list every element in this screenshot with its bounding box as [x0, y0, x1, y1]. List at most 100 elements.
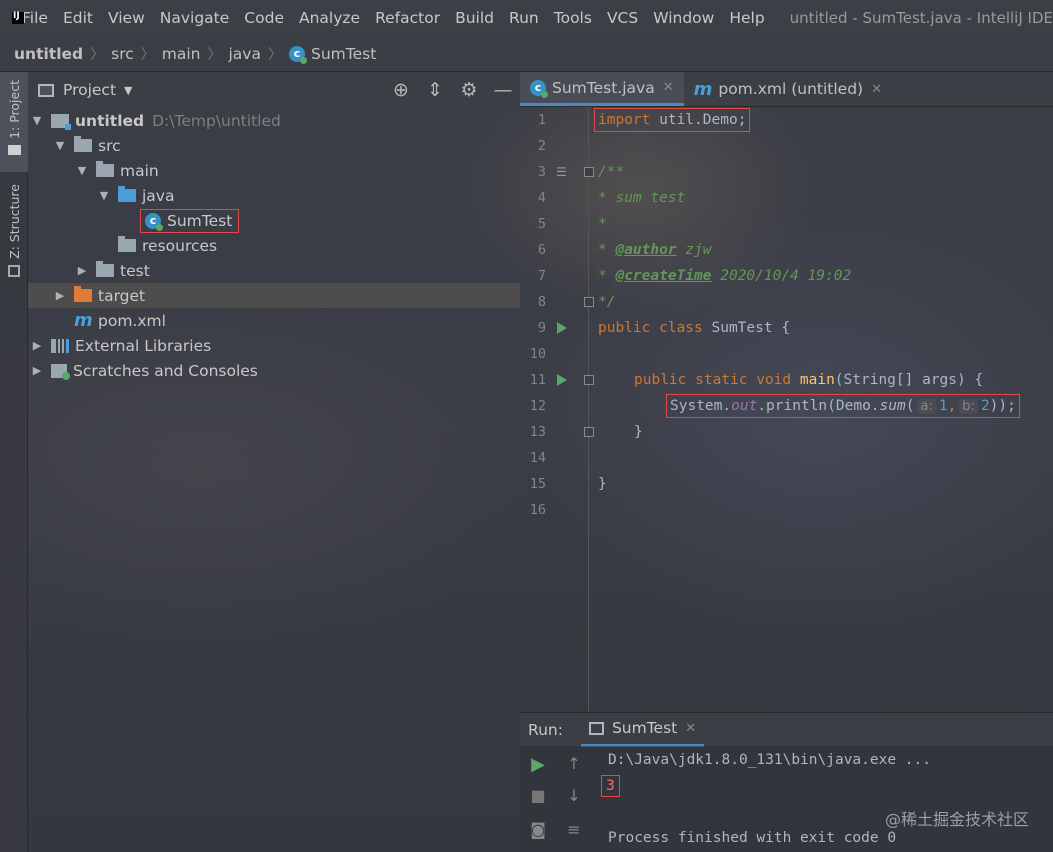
console-command-line: D:\Java\jdk1.8.0_131\bin\java.exe ...	[608, 752, 932, 768]
run-panel: ▶ ↑ ■ ↓ ◙ ≡ D:\Java\jdk1.8.0_131\bin\jav…	[520, 746, 1053, 852]
tree-item-test[interactable]: ▶ test	[28, 258, 520, 283]
doc-render-icon[interactable]: ☰	[556, 165, 567, 179]
expand-arrow-icon[interactable]: ▶	[30, 364, 44, 377]
fold-icon[interactable]	[584, 297, 594, 307]
collapse-icon[interactable]: ⇕	[418, 79, 452, 101]
soft-wrap-icon[interactable]: ≡	[556, 820, 592, 839]
code-line[interactable]: 15 }	[520, 471, 1053, 497]
close-icon[interactable]: ✕	[663, 80, 674, 95]
menu-edit[interactable]: Edit	[63, 9, 93, 27]
code-line[interactable]: 4 * sum test	[520, 185, 1053, 211]
expand-arrow-icon[interactable]: ▼	[30, 114, 44, 127]
code-line[interactable]: 2	[520, 133, 1053, 159]
menu-help[interactable]: Help	[729, 9, 764, 27]
expand-arrow-icon[interactable]: ▶	[30, 339, 44, 352]
hide-icon[interactable]: —	[486, 79, 520, 101]
highlight-box: c SumTest	[139, 208, 240, 233]
code-line[interactable]: 8 */	[520, 289, 1053, 315]
fold-icon[interactable]	[584, 375, 594, 385]
expand-arrow-icon[interactable]: ▼	[97, 189, 111, 202]
expand-arrow-icon[interactable]: ▶	[75, 264, 89, 277]
camera-icon[interactable]: ◙	[520, 820, 556, 839]
run-tab-sumtest[interactable]: SumTest ✕	[580, 713, 705, 747]
code-token: sum	[879, 398, 906, 414]
fold-icon[interactable]	[584, 427, 594, 437]
code-line[interactable]: 7 * @createTime 2020/10/4 19:02	[520, 263, 1053, 289]
tab-label: SumTest.java	[552, 78, 655, 97]
run-icon[interactable]	[557, 374, 567, 386]
menu-refactor[interactable]: Refactor	[375, 9, 440, 27]
tree-item-scratches[interactable]: ▶ Scratches and Consoles	[28, 358, 520, 383]
expand-arrow-icon[interactable]: ▼	[53, 139, 67, 152]
tree-item-pom[interactable]: ▶ m pom.xml	[28, 308, 520, 333]
line-number: 1	[537, 112, 546, 128]
project-panel-header: Project ▼ ⊕ ⇕ ⚙ —	[28, 72, 520, 108]
menu-run[interactable]: Run	[509, 9, 539, 27]
code-line[interactable]: 11 public static void main(String[] args…	[520, 367, 1053, 393]
menu-window[interactable]: Window	[653, 9, 714, 27]
menu-build[interactable]: Build	[455, 9, 494, 27]
tree-item-target[interactable]: ▶ target	[28, 283, 520, 308]
tree-item-main[interactable]: ▼ main	[28, 158, 520, 183]
line-number: 3	[537, 164, 546, 180]
gear-icon[interactable]: ⚙	[452, 79, 486, 101]
close-icon[interactable]: ✕	[871, 82, 882, 97]
code-editor[interactable]: 1 import util.Demo; 2 3 ☰ /** 4 * sum te…	[520, 107, 1053, 712]
menu-tools[interactable]: Tools	[554, 9, 592, 27]
rerun-icon[interactable]: ▶	[520, 754, 556, 775]
tab-pom-xml[interactable]: m pom.xml (untitled) ✕	[684, 72, 892, 106]
tree-item-sumtest[interactable]: ▶ c SumTest	[28, 208, 520, 233]
arrow-up-icon[interactable]: ↑	[556, 754, 592, 773]
tree-label: untitled	[75, 111, 145, 130]
code-token: .println(Demo.	[757, 398, 880, 414]
tree-item-untitled[interactable]: ▼ untitled D:\Temp\untitled	[28, 108, 520, 133]
expand-arrow-icon[interactable]: ▼	[75, 164, 89, 177]
code-line[interactable]: 9 public class SumTest {	[520, 315, 1053, 341]
expand-arrow-icon[interactable]: ▶	[53, 289, 67, 302]
code-line[interactable]: 3 ☰ /**	[520, 159, 1053, 185]
menu-view[interactable]: View	[108, 9, 145, 27]
breadcrumb-sumtest[interactable]: SumTest	[311, 45, 376, 63]
menu-analyze[interactable]: Analyze	[299, 9, 360, 27]
java-class-icon: c	[530, 79, 548, 98]
tree-label: resources	[142, 236, 218, 255]
editor-tab-bar: c SumTest.java ✕ m pom.xml (untitled) ✕	[520, 72, 1053, 107]
tree-item-src[interactable]: ▼ src	[28, 133, 520, 158]
code-line[interactable]: 1 import util.Demo;	[520, 107, 1053, 133]
close-icon[interactable]: ✕	[685, 721, 696, 736]
menu-file[interactable]: File	[22, 9, 48, 27]
run-icon[interactable]	[557, 322, 567, 334]
project-panel-title[interactable]: Project	[63, 81, 116, 99]
code-line[interactable]: 16	[520, 497, 1053, 523]
breadcrumb-project[interactable]: untitled	[14, 45, 83, 63]
code-line[interactable]: 10	[520, 341, 1053, 367]
chevron-down-icon[interactable]: ▼	[124, 84, 132, 97]
code-line[interactable]: 13 }	[520, 419, 1053, 445]
locate-icon[interactable]: ⊕	[384, 79, 418, 101]
tree-item-resources[interactable]: ▶ resources	[28, 233, 520, 258]
tree-item-java[interactable]: ▼ java	[28, 183, 520, 208]
code-line[interactable]: 12 System.out.println(Demo.sum(a: 1, b: 2))…	[520, 393, 1053, 419]
breadcrumb-java[interactable]: java	[229, 45, 261, 63]
library-icon	[51, 338, 69, 353]
line-number: 9	[537, 320, 546, 336]
menu-code[interactable]: Code	[244, 9, 284, 27]
code-line[interactable]: 5 *	[520, 211, 1053, 237]
chevron-right-icon: 〉	[140, 46, 155, 63]
fold-icon[interactable]	[584, 167, 594, 177]
menu-vcs[interactable]: VCS	[607, 9, 638, 27]
arrow-down-icon[interactable]: ↓	[556, 786, 592, 805]
tool-tab-structure-label: Z: Structure	[6, 184, 22, 259]
breadcrumb-main[interactable]: main	[162, 45, 201, 63]
tab-sumtest-java[interactable]: c SumTest.java ✕	[520, 72, 684, 106]
menu-navigate[interactable]: Navigate	[160, 9, 230, 27]
code-line[interactable]: 14	[520, 445, 1053, 471]
tree-item-external-libraries[interactable]: ▶ External Libraries	[28, 333, 520, 358]
code-token: public class	[598, 320, 703, 336]
code-token: (	[905, 398, 915, 414]
breadcrumb-src[interactable]: src	[111, 45, 134, 63]
tool-tab-structure[interactable]: Z: Structure	[0, 184, 28, 284]
code-line[interactable]: 6 * @author zjw	[520, 237, 1053, 263]
tool-tab-project[interactable]: 1: Project	[0, 72, 28, 172]
stop-icon[interactable]: ■	[520, 786, 556, 805]
